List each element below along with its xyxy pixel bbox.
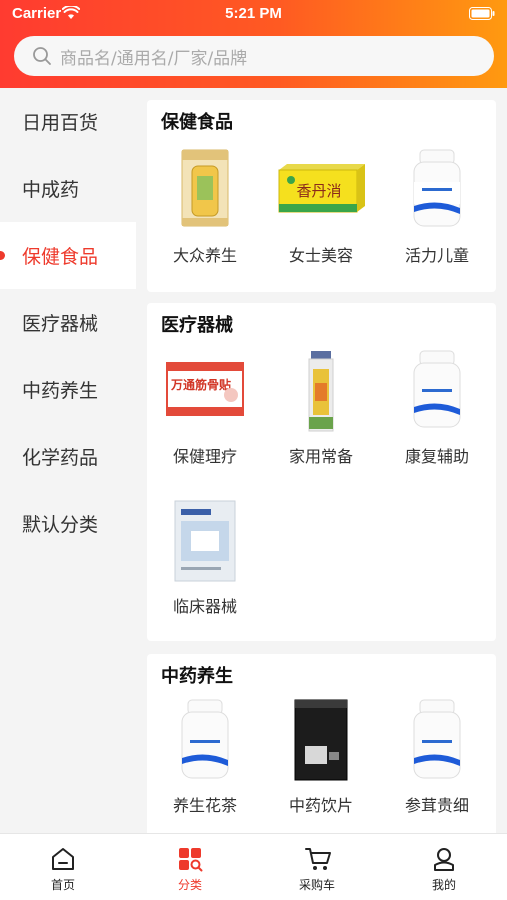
section-title: 医疗器械	[161, 315, 233, 336]
sidebar-item-label: 日用百货	[22, 112, 99, 134]
search-placeholder: 商品名/通用名/厂家/品牌	[60, 48, 248, 69]
tube-icon	[308, 351, 334, 432]
tab-cart[interactable]: 采购车	[254, 834, 380, 900]
product-item[interactable]: 康复辅助	[379, 349, 495, 466]
product-item[interactable]: 参茸贵细	[379, 698, 495, 815]
sidebar-item-label: 默认分类	[22, 514, 99, 536]
section-tcm-wellness: 中药养生 养生花茶 中药饮片 参茸贵细	[147, 654, 496, 833]
tab-bar: 首页 分类 采购车 我的	[0, 833, 507, 900]
plaster-box-icon: 万通筋骨贴	[166, 362, 244, 416]
product-label: 活力儿童	[404, 246, 469, 265]
status-time: 5:21 PM	[225, 5, 282, 22]
section-title: 保健食品	[161, 112, 233, 133]
tab-label: 我的	[431, 878, 456, 892]
section-health-food: 保健食品 大众养生 香丹消 女士美容 活力儿童	[147, 100, 496, 292]
header: Carrier 5:21 PM 商品名/通用名/厂家/品牌	[0, 0, 507, 88]
sidebar-item-label: 保健食品	[22, 246, 99, 268]
black-bag-icon	[294, 699, 348, 781]
product-item[interactable]: 中药饮片	[263, 698, 379, 815]
bandage-pack-icon	[174, 500, 236, 582]
product-item[interactable]: 香丹消 女士美容	[263, 148, 379, 265]
product-label: 女士美容	[288, 246, 353, 265]
plaster-text: 万通筋骨贴	[170, 377, 231, 392]
white-bottle-icon	[413, 699, 461, 779]
white-bottle-icon	[181, 699, 229, 779]
sidebar-item-chemical-drugs[interactable]: 化学药品	[0, 423, 136, 490]
tab-home[interactable]: 首页	[0, 834, 126, 900]
profile-icon	[434, 848, 454, 871]
status-bar: Carrier 5:21 PM	[0, 0, 507, 28]
sidebar-item-label: 中成药	[22, 179, 80, 201]
product-label: 大众养生	[172, 246, 237, 265]
product-label: 康复辅助	[404, 447, 469, 466]
tab-category[interactable]: 分类	[127, 834, 253, 900]
cart-icon	[305, 848, 331, 870]
product-label: 临床器械	[172, 597, 237, 616]
sidebar-item-health-food[interactable]: 保健食品	[0, 222, 136, 289]
product-item[interactable]: 临床器械	[147, 499, 263, 616]
category-sidebar: 日用百货 中成药 保健食品 医疗器械 中药养生 化学药品 默认分类	[0, 88, 136, 833]
active-indicator	[0, 251, 5, 260]
product-item[interactable]: 活力儿童	[379, 148, 495, 265]
sidebar-item-default-category[interactable]: 默认分类	[0, 490, 136, 557]
home-icon	[52, 848, 74, 870]
sidebar-item-chinese-patent-medicine[interactable]: 中成药	[0, 155, 136, 222]
product-item[interactable]: 养生花茶	[147, 698, 263, 815]
tab-label: 分类	[177, 878, 202, 892]
category-content: 保健食品 大众养生 香丹消 女士美容 活力儿童 医疗器械 万通筋骨贴 保健理疗 …	[136, 88, 507, 833]
product-label: 保健理疗	[172, 447, 237, 466]
product-label: 家用常备	[288, 447, 353, 466]
sidebar-item-label: 中药养生	[22, 380, 99, 402]
battery-icon	[469, 7, 495, 20]
white-bottle-icon	[413, 350, 461, 428]
product-label: 养生花茶	[172, 796, 237, 815]
search-icon	[33, 47, 51, 65]
product-item[interactable]: 大众养生	[147, 148, 263, 265]
product-label: 中药饮片	[288, 796, 353, 815]
category-icon	[179, 848, 203, 872]
supplement-box-icon	[181, 149, 229, 227]
product-label: 参茸贵细	[404, 796, 469, 815]
yellow-box-icon: 香丹消	[278, 164, 365, 213]
sidebar-item-daily-goods[interactable]: 日用百货	[0, 88, 136, 155]
product-item[interactable]: 家用常备	[263, 349, 379, 466]
section-title: 中药养生	[161, 666, 233, 687]
sidebar-item-label: 医疗器械	[22, 313, 99, 335]
tab-label: 采购车	[298, 878, 335, 892]
search-input[interactable]: 商品名/通用名/厂家/品牌	[14, 36, 494, 76]
tab-profile[interactable]: 我的	[381, 834, 507, 900]
sidebar-item-medical-devices[interactable]: 医疗器械	[0, 289, 136, 356]
box-text: 香丹消	[296, 182, 341, 200]
white-bottle-icon	[413, 149, 461, 227]
section-medical-devices: 医疗器械 万通筋骨贴 保健理疗 家用常备 康复辅助 临床器械	[147, 303, 496, 641]
tab-label: 首页	[50, 878, 75, 892]
sidebar-item-label: 化学药品	[22, 447, 99, 469]
product-item[interactable]: 万通筋骨贴 保健理疗	[147, 349, 263, 466]
sidebar-item-tcm-wellness[interactable]: 中药养生	[0, 356, 136, 423]
